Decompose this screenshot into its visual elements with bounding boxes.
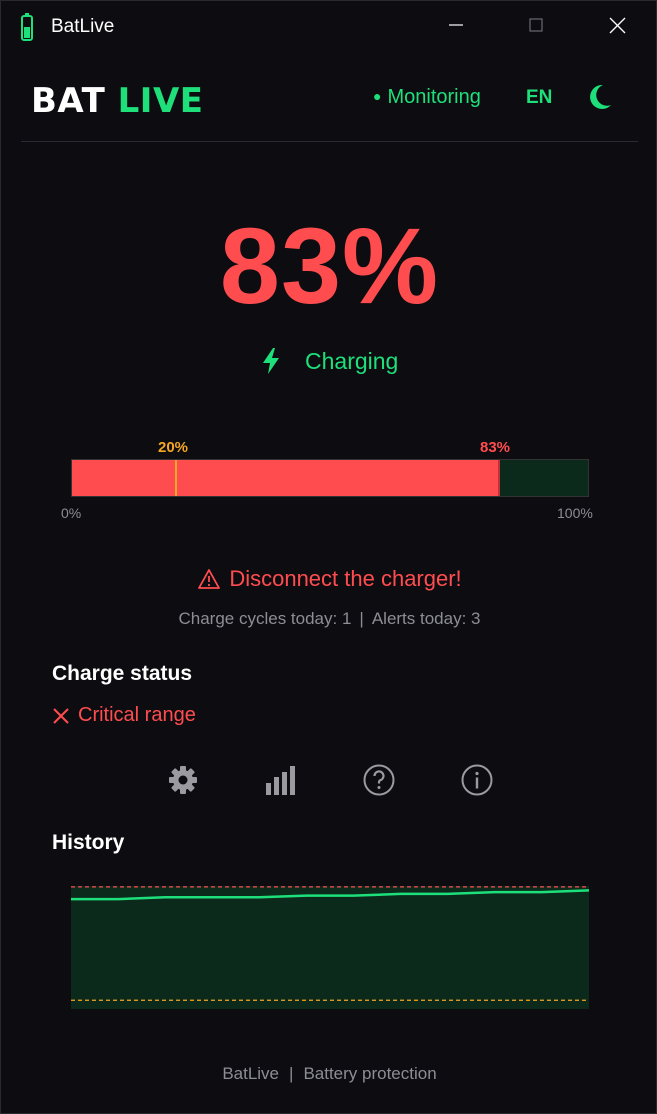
alert-message: Disconnect the charger!: [1, 566, 657, 592]
header-divider: [21, 141, 638, 142]
minimize-icon: [449, 24, 463, 26]
scale-min-label: 0%: [61, 505, 82, 521]
footer-app-name: BatLive: [222, 1064, 280, 1083]
app-window: BatLive BAT LIVE ● Monitoring EN 83% Cha…: [0, 0, 657, 1114]
alert-text: Disconnect the charger!: [229, 566, 462, 591]
close-button[interactable]: [594, 9, 640, 43]
info-icon[interactable]: [460, 763, 494, 797]
maximize-icon: [529, 18, 543, 32]
maximize-button[interactable]: [513, 9, 559, 43]
history-chart: [71, 886, 589, 1009]
charge-status-text: Critical range: [78, 704, 196, 726]
gear-icon[interactable]: [166, 763, 200, 797]
logo-part-bat: BAT: [31, 81, 106, 121]
x-icon: [53, 707, 69, 724]
close-icon: [609, 17, 626, 34]
charge-cycles-stat: Charge cycles today: 1: [178, 609, 352, 628]
help-icon[interactable]: [362, 763, 396, 797]
warning-triangle-icon: [198, 569, 221, 589]
title-bar[interactable]: BatLive: [1, 1, 656, 53]
monitoring-label: Monitoring: [387, 86, 481, 108]
min-threshold-label: 20%: [158, 439, 189, 456]
battery-icon: [21, 13, 33, 41]
charging-state: Charging: [259, 344, 398, 378]
history-title: History: [52, 831, 125, 854]
current-level-marker: [498, 460, 501, 496]
moon-icon[interactable]: [587, 83, 613, 111]
bar-chart-icon[interactable]: [264, 763, 298, 797]
stats-separator: |: [359, 609, 364, 628]
language-toggle[interactable]: EN: [526, 87, 552, 109]
charge-status-title: Charge status: [52, 662, 193, 685]
logo-part-live: LIVE: [117, 81, 204, 121]
battery-level-bar: [71, 459, 589, 497]
history-chart-area: [71, 886, 589, 1009]
monitoring-status[interactable]: ● Monitoring: [373, 86, 481, 109]
current-level-label: 83%: [480, 439, 511, 456]
min-threshold-marker: [175, 460, 178, 496]
window-title: BatLive: [51, 16, 115, 37]
charge-status-value: Critical range: [52, 704, 196, 727]
status-dot: ●: [373, 88, 382, 104]
footer-tagline: Battery protection: [303, 1064, 437, 1083]
scale-max-label: 100%: [557, 505, 593, 521]
battery-percent: 83%: [219, 205, 440, 326]
daily-stats: Charge cycles today: 1 | Alerts today: 3: [1, 609, 657, 629]
minimize-button[interactable]: [433, 9, 479, 43]
footer-separator: |: [289, 1064, 294, 1083]
app-logo: BAT LIVE: [31, 81, 203, 121]
alerts-stat: Alerts today: 3: [371, 609, 481, 628]
charging-label: Charging: [305, 347, 399, 374]
battery-level-fill: [72, 460, 501, 496]
lightning-bolt-icon: [263, 348, 279, 374]
footer: BatLive | Battery protection: [1, 1064, 657, 1084]
